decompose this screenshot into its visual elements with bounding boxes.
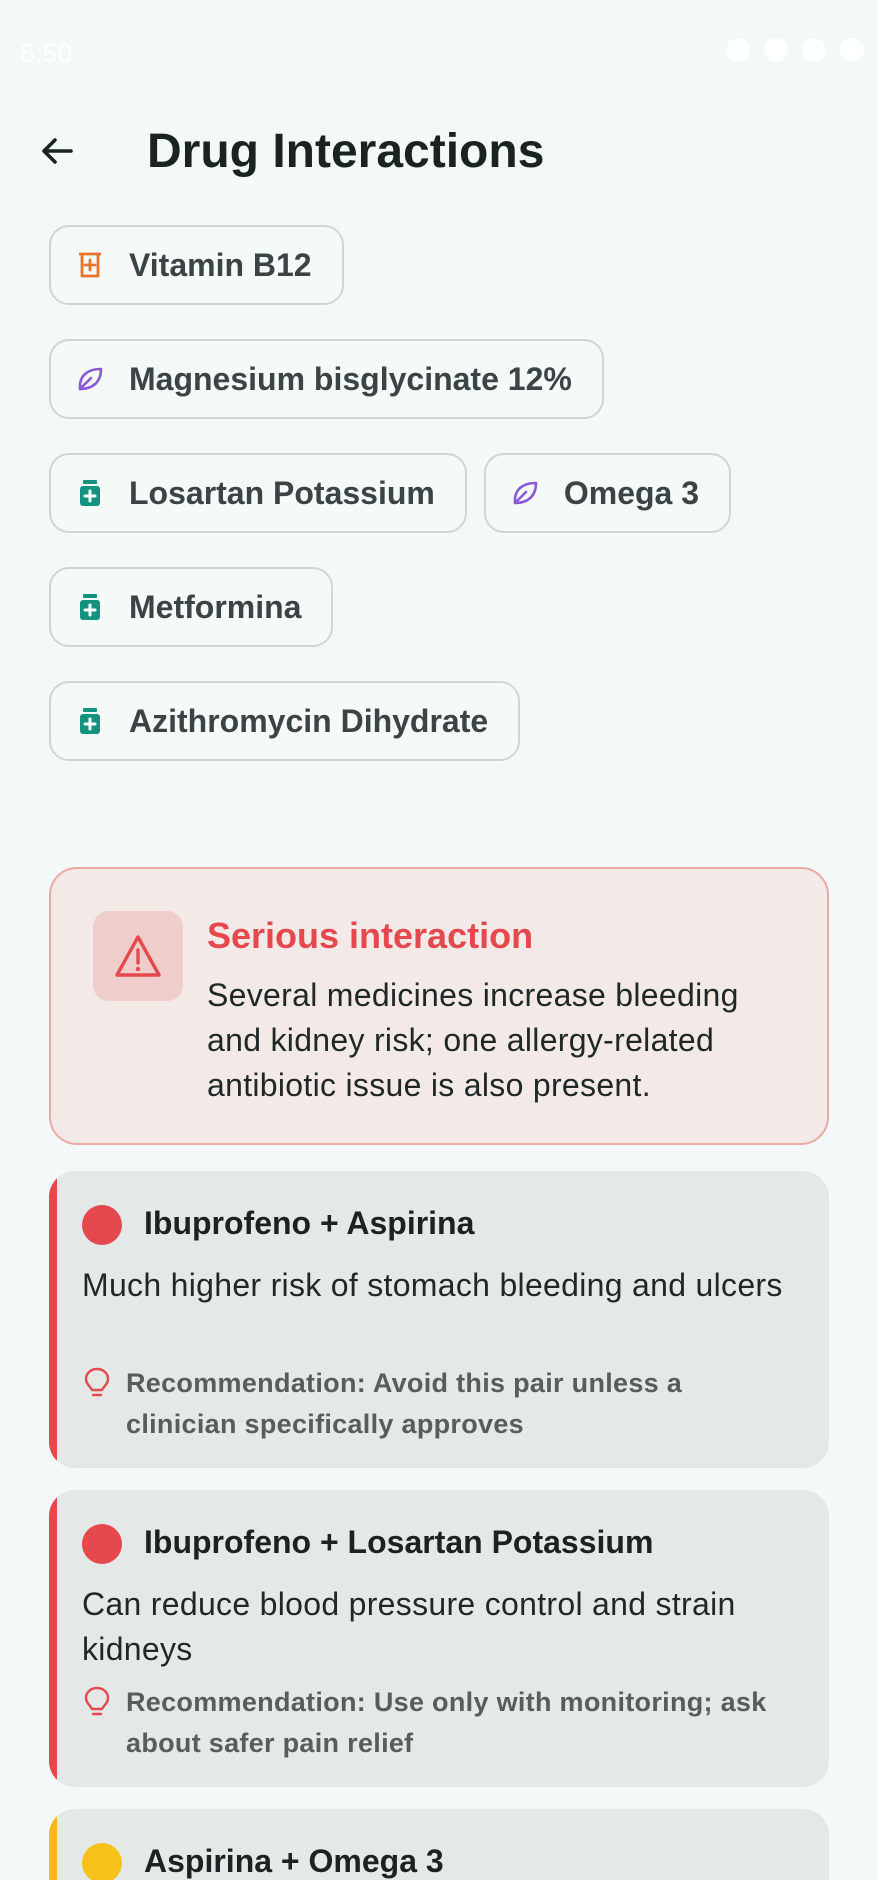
chip-magnesium-bisglycinate[interactable]: Magnesium bisglycinate 12% (49, 339, 604, 419)
battery-icon (840, 38, 864, 62)
medication-chips: Vitamin B12 Magnesium bisglycinate 12% L… (49, 225, 839, 795)
interaction-summary-card: Serious interaction Several medicines in… (49, 867, 829, 1145)
warning-icon-container (93, 911, 183, 1001)
severity-dot-icon (82, 1843, 122, 1880)
medicine-bottle-icon (75, 706, 105, 736)
severity-bar (49, 1809, 57, 1880)
wifi-icon (764, 38, 788, 62)
chip-vitamin-b12[interactable]: Vitamin B12 (49, 225, 344, 305)
summary-text: Several medicines increase bleeding and … (207, 977, 739, 1103)
medicine-bottle-icon (75, 478, 105, 508)
chip-label: Magnesium bisglycinate 12% (129, 360, 572, 397)
chip-metformina[interactable]: Metformina (49, 567, 334, 647)
interaction-recommendation: Recommendation: Use only with monitoring… (126, 1687, 767, 1758)
interaction-pair: Ibuprofeno + Losartan Potassium (144, 1524, 654, 1560)
severity-bar (49, 1171, 57, 1468)
interaction-card[interactable]: Aspirina + Omega 3 (49, 1809, 829, 1880)
chip-azithromycin-dihydrate[interactable]: Azithromycin Dihydrate (49, 681, 521, 761)
chip-losartan-potassium[interactable]: Losartan Potassium (49, 453, 467, 533)
lightbulb-icon (84, 1367, 110, 1397)
severity-dot-icon (82, 1524, 122, 1564)
interaction-recommendation: Recommendation: Avoid this pair unless a… (126, 1368, 683, 1439)
interaction-pair: Aspirina + Omega 3 (144, 1843, 444, 1879)
chip-label: Vitamin B12 (129, 246, 312, 283)
page-title: Drug Interactions (147, 125, 545, 178)
medicine-bottle-icon (75, 592, 105, 622)
chip-label: Metformina (129, 588, 302, 625)
leaf-icon (510, 478, 540, 508)
alarm-icon (726, 38, 750, 62)
summary-title: Serious interaction (207, 915, 534, 956)
chip-label: Azithromycin Dihydrate (129, 702, 489, 739)
interaction-pair: Ibuprofeno + Aspirina (144, 1205, 475, 1241)
interaction-card[interactable]: Ibuprofeno + Losartan Potassium Can redu… (49, 1490, 829, 1787)
status-icons (726, 38, 864, 62)
severity-bar (49, 1490, 57, 1787)
leaf-icon (75, 364, 105, 394)
interaction-description: Much higher risk of stomach bleeding and… (82, 1267, 783, 1303)
chip-label: Omega 3 (563, 474, 700, 511)
signal-icon (802, 38, 826, 62)
interaction-description: Can reduce blood pressure control and st… (82, 1586, 736, 1667)
severity-dot-icon (82, 1205, 122, 1245)
warning-triangle-icon (115, 935, 161, 977)
lightbulb-icon (84, 1686, 110, 1716)
status-time: 8:50 (20, 38, 73, 68)
chip-label: Losartan Potassium (129, 474, 435, 511)
interaction-card[interactable]: Ibuprofeno + Aspirina Much higher risk o… (49, 1171, 829, 1468)
app-bar: Drug Interactions (0, 110, 878, 190)
back-arrow-icon (42, 138, 73, 164)
back-button[interactable] (26, 120, 88, 182)
vitamin-icon (75, 250, 105, 280)
chip-omega-3[interactable]: Omega 3 (483, 453, 732, 533)
status-bar: 8:50 (0, 0, 878, 110)
